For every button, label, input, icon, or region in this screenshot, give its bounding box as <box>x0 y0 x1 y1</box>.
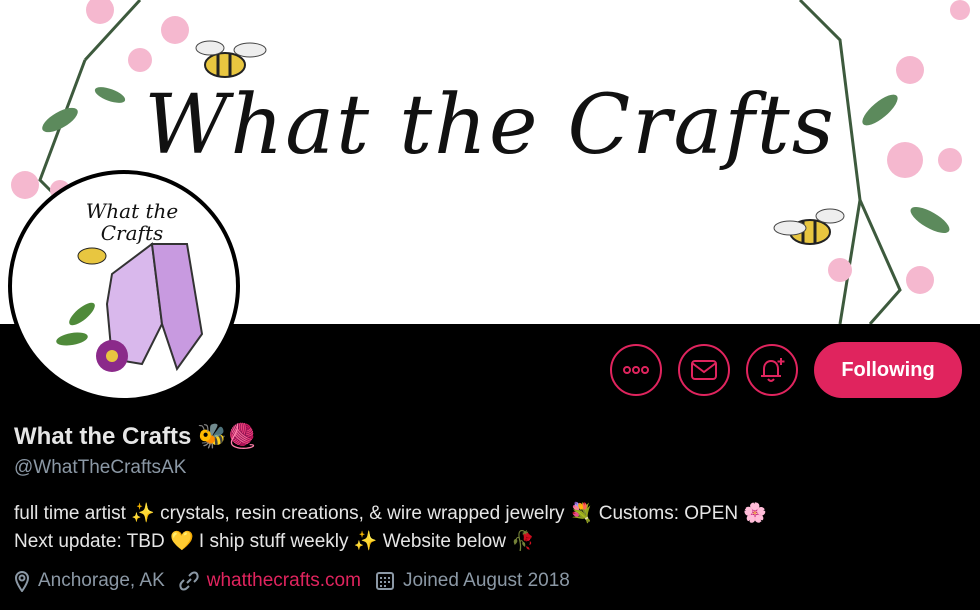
website-link[interactable]: whatthecrafts.com <box>207 570 361 592</box>
location-text: Anchorage, AK <box>38 570 165 591</box>
bell-plus-icon <box>761 358 785 382</box>
bee-left <box>195 40 267 78</box>
crystal-logo <box>56 242 204 372</box>
profile-name: What the Crafts 🐝🧶 <box>14 422 257 451</box>
link-icon <box>179 571 199 591</box>
calendar-icon <box>375 572 394 590</box>
website[interactable]: whatthecrafts.com <box>179 570 361 592</box>
mail-icon <box>691 360 717 380</box>
bee-right <box>773 208 845 245</box>
joined-text: Joined August 2018 <box>402 570 570 591</box>
avatar[interactable]: What the Crafts <box>8 170 240 402</box>
joined-date: Joined August 2018 <box>375 570 570 592</box>
profile-meta: Anchorage, AK whatthecrafts.com Joined A… <box>14 570 570 592</box>
name-emojis: 🐝🧶 <box>197 423 258 450</box>
profile-handle: @WhatTheCraftsAK <box>14 457 187 478</box>
following-button[interactable]: Following <box>814 342 962 398</box>
bio-line-1: full time artist ✨ crystals, resin creat… <box>14 503 768 524</box>
location: Anchorage, AK <box>14 570 165 592</box>
profile-actions: Following <box>610 342 962 398</box>
message-button[interactable] <box>678 344 730 396</box>
display-name: What the Crafts <box>14 422 192 450</box>
notifications-button[interactable] <box>746 344 798 396</box>
banner-title: What the Crafts <box>144 78 836 173</box>
location-pin-icon <box>14 570 30 592</box>
bio-line-2: Next update: TBD 💛 I ship stuff weekly ✨… <box>14 531 535 552</box>
more-options-button[interactable] <box>610 344 662 396</box>
ellipsis-icon <box>623 366 649 374</box>
profile-bio: full time artist ✨ crystals, resin creat… <box>14 500 974 556</box>
